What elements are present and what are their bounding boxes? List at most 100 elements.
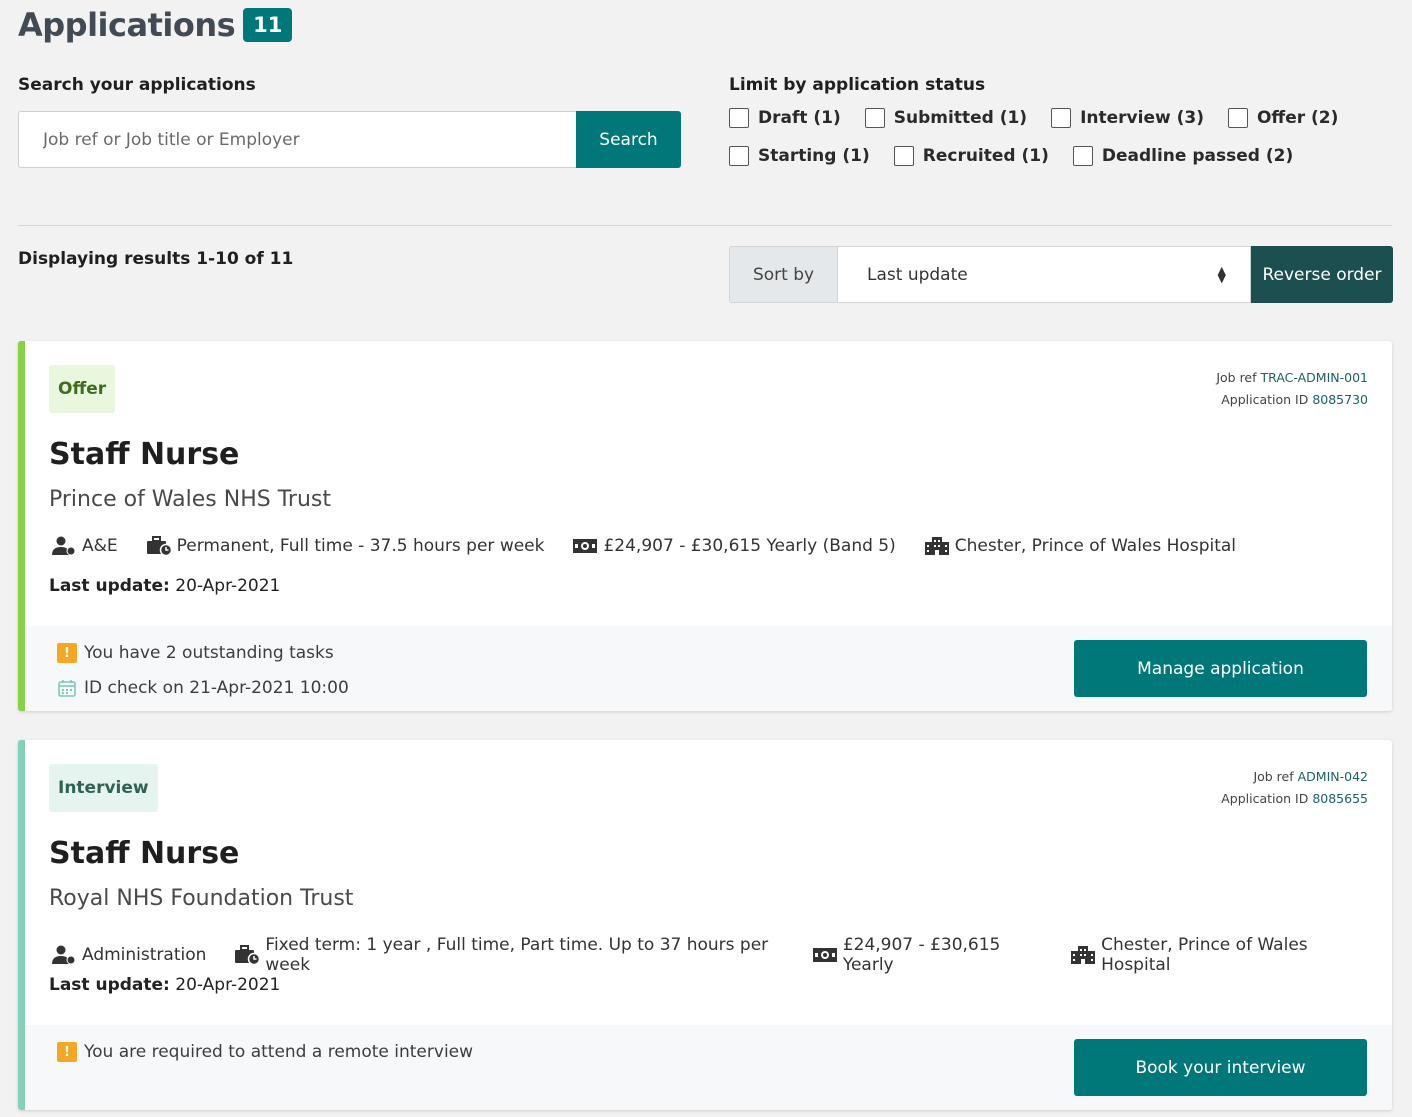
meta-contract: Fixed term: 1 year , Full time, Part tim… (234, 935, 783, 975)
sort-select[interactable]: Last update ▲ ▼ (837, 246, 1251, 303)
interview-checkbox[interactable] (1051, 108, 1072, 128)
last-update: Last update: 20-Apr-2021 (49, 576, 280, 596)
last-update-label: Last update: (49, 975, 170, 995)
search-button[interactable]: Search (576, 111, 681, 168)
money-icon (812, 945, 838, 965)
notice-text: ID check on 21-Apr-2021 10:00 (84, 678, 349, 698)
job-ref-value: ADMIN-042 (1297, 769, 1368, 784)
building-icon (924, 536, 950, 556)
filter-label-draft: Draft (1) (758, 108, 841, 128)
manage-application-button[interactable]: Manage application (1074, 640, 1367, 697)
filter-label-recruited: Recruited (1) (922, 146, 1049, 166)
status-filter-row: Starting (1) Recruited (1) Deadline pass… (729, 146, 1317, 166)
salary-text: £24,907 - £30,615 Yearly (842, 935, 1001, 975)
notice-text: You are required to attend a remote inte… (84, 1042, 474, 1062)
meta-contract: Permanent, Full time - 37.5 hours per we… (146, 536, 545, 556)
user-icon (51, 536, 77, 556)
meta-salary: £24,907 - £30,615 Yearly (812, 935, 1042, 975)
calendar-icon (57, 678, 77, 698)
last-update-date: 20-Apr-2021 (175, 576, 281, 596)
applications-count-badge: 11 (243, 8, 293, 42)
card-footer: ! You are required to attend a remote in… (25, 1025, 1392, 1110)
warning-icon: ! (57, 643, 77, 663)
warning-icon: ! (57, 1042, 77, 1062)
last-update: Last update: 20-Apr-2021 (49, 975, 280, 995)
job-meta: A&E Permanent, Full time - 37.5 hours pe… (51, 536, 1264, 556)
notice-item: ! You have 2 outstanding tasks (57, 643, 334, 663)
last-update-label: Last update: (49, 576, 170, 596)
reference-block: Job ref TRAC-ADMIN-001 Application ID 80… (1216, 367, 1368, 411)
filter-label-submitted: Submitted (1) (893, 108, 1028, 128)
meta-location: Chester, Prince of Wales Hospital (924, 536, 1236, 556)
employer-name: Royal NHS Foundation Trust (49, 886, 354, 911)
application-id-label: Application ID (1221, 392, 1309, 407)
recruited-checkbox[interactable] (893, 146, 914, 166)
application-id-label: Application ID (1221, 791, 1309, 806)
reference-block: Job ref ADMIN-042 Application ID 8085655 (1221, 766, 1368, 810)
deadline-passed-checkbox[interactable] (1072, 146, 1093, 166)
submitted-checkbox[interactable] (864, 108, 885, 128)
briefcase-clock-icon (234, 945, 261, 965)
notice-item: ID check on 21-Apr-2021 10:00 (57, 678, 349, 698)
contract-text: Fixed term: 1 year , Full time, Part tim… (265, 935, 769, 975)
search-label: Search your applications (18, 75, 256, 95)
page-title: Applications (18, 6, 236, 44)
book-interview-button[interactable]: Book your interview (1074, 1039, 1367, 1096)
job-title: Staff Nurse (49, 836, 240, 871)
department-text: A&E (82, 536, 118, 556)
draft-checkbox[interactable] (729, 108, 749, 128)
filter-interview[interactable]: Interview (3) (1051, 108, 1204, 128)
card-footer: ! You have 2 outstanding tasks ID check … (25, 626, 1392, 711)
section-divider (18, 225, 1392, 226)
application-id-value: 8085655 (1312, 791, 1368, 806)
application-id-value: 8085730 (1312, 392, 1368, 407)
search-input[interactable] (18, 111, 578, 168)
status-badge: Interview (49, 764, 158, 812)
job-ref-label: Job ref (1216, 370, 1257, 385)
filter-starting[interactable]: Starting (1) (729, 146, 870, 166)
department-text: Administration (82, 945, 207, 965)
application-card: Interview Job ref ADMIN-042 Application … (18, 740, 1392, 1110)
salary-text: £24,907 - £30,615 Yearly (Band 5) (603, 536, 896, 556)
filter-submitted[interactable]: Submitted (1) (864, 108, 1028, 128)
meta-department: Administration (51, 945, 206, 965)
last-update-date: 20-Apr-2021 (175, 975, 281, 995)
briefcase-clock-icon (146, 536, 172, 556)
job-ref-value: TRAC-ADMIN-001 (1260, 370, 1368, 385)
meta-location: Chester, Prince of Wales Hospital (1070, 935, 1364, 975)
meta-salary: £24,907 - £30,615 Yearly (Band 5) (572, 536, 896, 556)
status-badge: Offer (49, 365, 116, 413)
results-count: Displaying results 1-10 of 11 (18, 249, 294, 269)
filter-label-deadline-passed: Deadline passed (2) (1101, 146, 1294, 166)
filter-label-offer: Offer (2) (1256, 108, 1339, 128)
filter-deadline-passed[interactable]: Deadline passed (2) (1072, 146, 1294, 166)
offer-checkbox[interactable] (1227, 108, 1248, 128)
reverse-order-button[interactable]: Reverse order (1251, 246, 1393, 303)
starting-checkbox[interactable] (729, 146, 749, 166)
job-meta: Administration Fixed term: 1 year , Full… (51, 935, 1392, 975)
sort-control: Sort by Last update ▲ ▼ Reverse order (729, 246, 1393, 303)
notice-item: ! You are required to attend a remote in… (57, 1042, 473, 1062)
filter-draft[interactable]: Draft (1) (729, 108, 841, 128)
job-title: Staff Nurse (49, 437, 240, 472)
contract-text: Permanent, Full time - 37.5 hours per we… (176, 536, 545, 556)
location-text: Chester, Prince of Wales Hospital (954, 536, 1237, 556)
application-card: Offer Job ref TRAC-ADMIN-001 Application… (18, 341, 1392, 711)
status-filter-label: Limit by application status (729, 75, 986, 95)
sort-selected-value: Last update (867, 264, 968, 285)
employer-name: Prince of Wales NHS Trust (49, 487, 331, 512)
notice-text: You have 2 outstanding tasks (84, 643, 334, 663)
meta-department: A&E (51, 536, 118, 556)
filter-recruited[interactable]: Recruited (1) (893, 146, 1049, 166)
select-arrows-icon: ▲ ▼ (1217, 263, 1226, 285)
applications-page: Applications 11 Search your applications… (0, 0, 1412, 1117)
sort-label: Sort by (729, 246, 837, 303)
status-filter-row: Draft (1) Submitted (1) Interview (3) Of… (729, 108, 1362, 128)
building-icon (1070, 945, 1096, 965)
location-text: Chester, Prince of Wales Hospital (1101, 935, 1308, 975)
user-icon (51, 945, 77, 965)
filter-label-starting: Starting (1) (758, 146, 870, 166)
title-row: Applications 11 (18, 6, 293, 44)
filter-offer[interactable]: Offer (2) (1227, 108, 1339, 128)
job-ref-label: Job ref (1253, 769, 1294, 784)
